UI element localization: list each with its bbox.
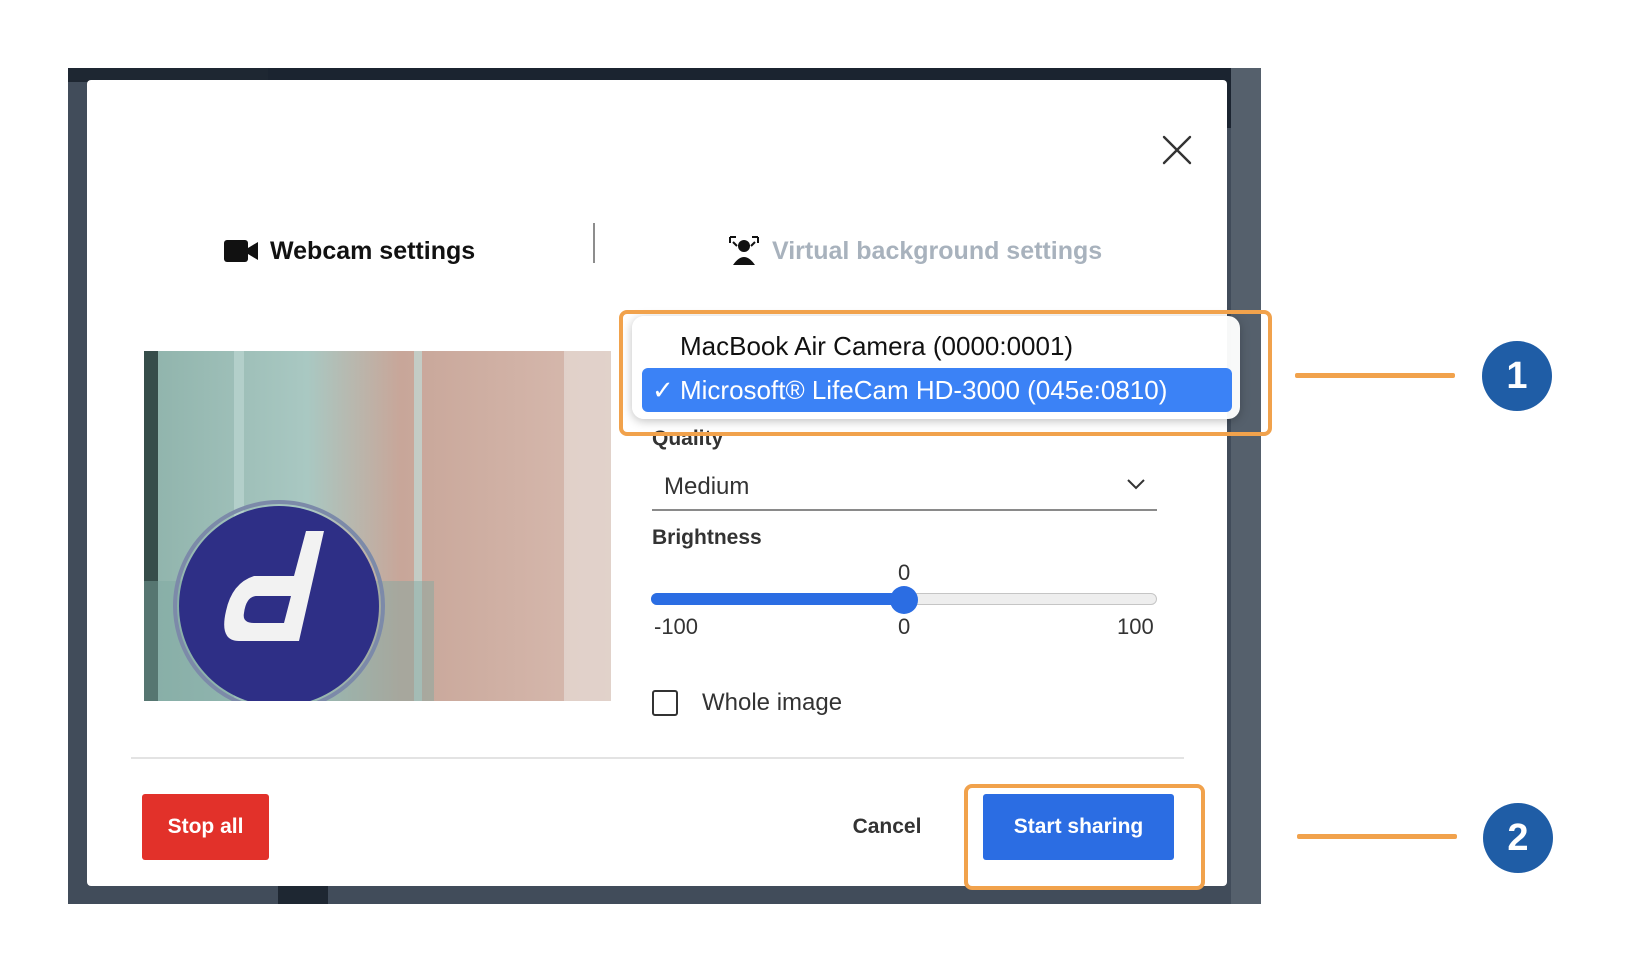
backdrop-side-band (1231, 68, 1261, 904)
close-button[interactable] (1152, 125, 1202, 175)
tab-virtual-background[interactable]: Virtual background settings (728, 221, 1102, 281)
stop-all-button[interactable]: Stop all (142, 794, 269, 860)
brightness-label: Brightness (652, 526, 762, 549)
cancel-button[interactable]: Cancel (832, 794, 942, 860)
whole-image-option[interactable]: Whole image (652, 683, 842, 723)
tab-divider (593, 223, 595, 263)
callout-marker-2: 2 (1483, 803, 1553, 873)
video-camera-icon (224, 238, 258, 264)
quality-select[interactable]: Medium (652, 465, 1157, 511)
whole-image-label: Whole image (702, 689, 843, 716)
person-background-icon (728, 235, 760, 267)
brightness-mid-label: 0 (898, 614, 911, 639)
callout-connector-2 (1297, 834, 1457, 839)
slider-thumb[interactable] (890, 586, 918, 614)
quality-value: Medium (664, 473, 750, 500)
footer-divider (131, 757, 1184, 759)
webcam-preview-image (144, 351, 611, 701)
settings-tabs: Webcam settings Virtual background setti… (87, 223, 1227, 288)
webcam-preview (144, 351, 611, 701)
chevron-down-icon (1127, 477, 1145, 495)
callout-highlight-dropdown (619, 310, 1272, 436)
tab-webcam-label: Webcam settings (270, 236, 476, 265)
callout-marker-1: 1 (1482, 341, 1552, 411)
close-icon (1162, 135, 1192, 165)
callout-connector-1 (1295, 373, 1455, 378)
brightness-min-label: -100 (654, 614, 699, 639)
whole-image-checkbox[interactable] (652, 690, 678, 716)
brightness-slider[interactable] (651, 586, 1159, 614)
brightness-max-label: 100 (1117, 614, 1154, 639)
webcam-settings-modal: Webcam settings Virtual background setti… (87, 80, 1227, 886)
callout-highlight-start-sharing (964, 784, 1205, 890)
slider-fill (651, 593, 904, 605)
tab-webcam-settings[interactable]: Webcam settings (224, 221, 475, 281)
brightness-value: 0 (898, 560, 911, 585)
tab-virtual-label: Virtual background settings (772, 236, 1103, 265)
